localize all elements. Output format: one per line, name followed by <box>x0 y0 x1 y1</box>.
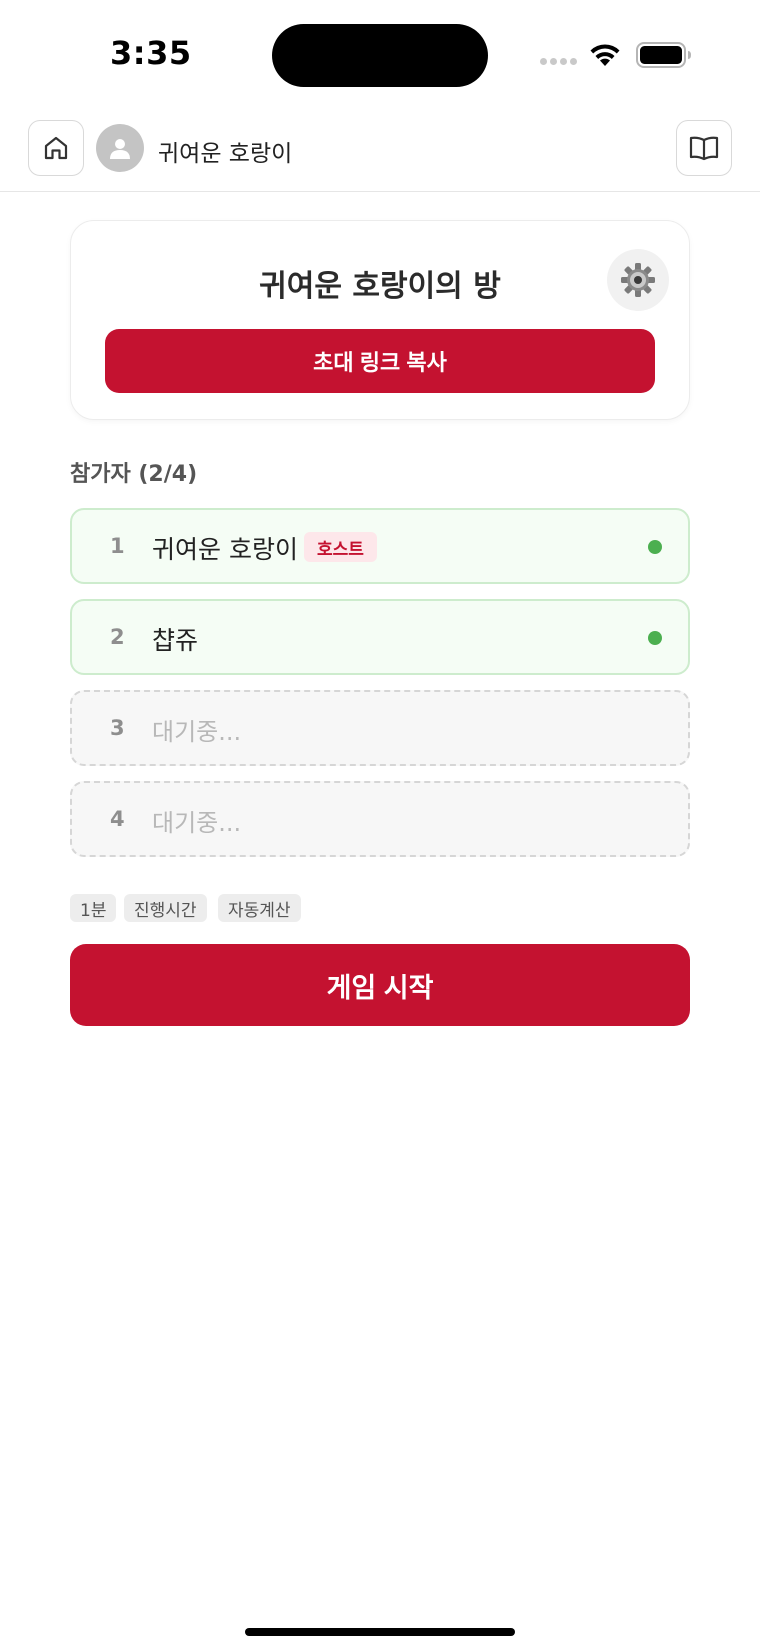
status-bar: 3:35 <box>0 0 760 110</box>
signal-icon <box>540 58 578 68</box>
waiting-label: 대기중... <box>152 718 242 746</box>
header-user-name: 귀여운 호랑이 <box>158 141 293 167</box>
status-time: 3:35 <box>110 34 192 72</box>
slot-number: 1 <box>110 534 125 558</box>
tag-play-time: 진행시간 <box>124 894 207 922</box>
wifi-icon <box>590 44 620 66</box>
tag-duration: 1분 <box>70 894 117 922</box>
player-slot-1: 1 귀여운 호랑이 호스트 <box>70 508 690 584</box>
tag-auto-calc: 자동계산 <box>218 894 301 922</box>
slot-number: 2 <box>110 625 125 649</box>
home-indicator <box>245 1628 515 1636</box>
online-status-dot <box>648 631 662 645</box>
guide-button[interactable] <box>676 120 732 176</box>
home-icon <box>44 136 68 160</box>
waiting-label: 대기중... <box>152 809 242 837</box>
online-status-dot <box>648 540 662 554</box>
host-badge: 호스트 <box>304 532 377 562</box>
person-icon <box>110 139 130 159</box>
slot-number: 3 <box>110 716 125 740</box>
player-slot-4: 4 대기중... <box>70 781 690 857</box>
settings-button[interactable] <box>607 249 669 311</box>
app-screen: 3:35 귀여운 호랑이 귀여운 호랑이의 방 초대 링크 복사 참가자 (2/… <box>0 0 760 1651</box>
home-button[interactable] <box>28 120 84 176</box>
player-name: 귀여운 호랑이 <box>152 535 298 564</box>
room-title: 귀여운 호랑이의 방 <box>259 269 501 304</box>
room-card: 귀여운 호랑이의 방 초대 링크 복사 <box>70 220 690 420</box>
battery-icon <box>636 42 691 68</box>
copy-invite-link-button[interactable]: 초대 링크 복사 <box>105 329 655 393</box>
gear-icon <box>621 263 655 297</box>
player-name: 챱쥬 <box>152 626 199 655</box>
avatar[interactable] <box>96 124 144 172</box>
player-slot-3: 3 대기중... <box>70 690 690 766</box>
slot-number: 4 <box>110 807 125 831</box>
dynamic-island <box>272 24 488 87</box>
book-icon <box>689 136 719 161</box>
player-slot-2: 2 챱쥬 <box>70 599 690 675</box>
start-game-button[interactable]: 게임 시작 <box>70 944 690 1026</box>
app-header: 귀여운 호랑이 <box>0 116 760 192</box>
participants-heading: 참가자 (2/4) <box>70 462 198 487</box>
